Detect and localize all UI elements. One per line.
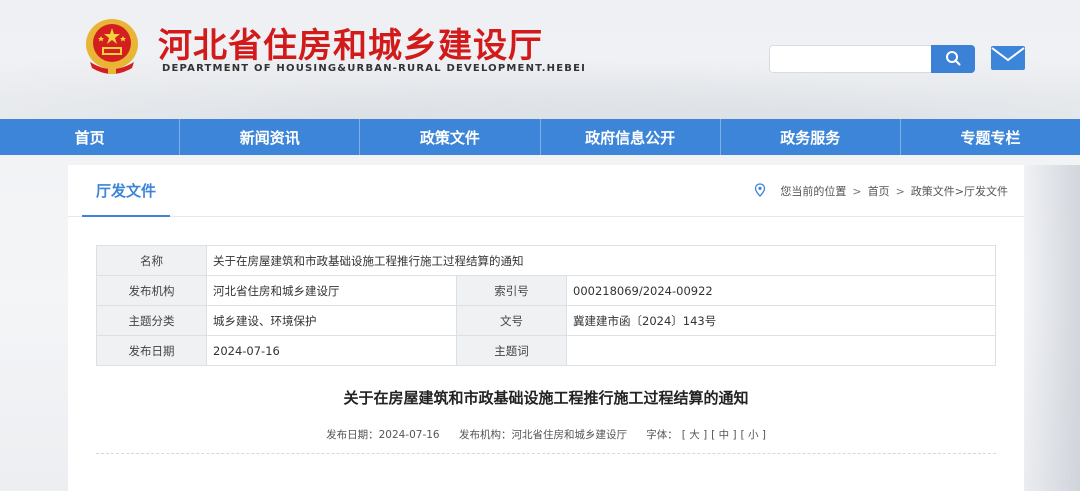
site-subtitle: DEPARTMENT OF HOUSING&URBAN-RURAL DEVELO… — [162, 63, 587, 74]
meta-index-label: 索引号 — [456, 275, 567, 306]
meta-publisher-label: 发布机构 — [96, 275, 207, 306]
article-divider — [96, 453, 996, 454]
search-icon — [945, 50, 961, 69]
section-header: 厅发文件 您当前的位置 > 首页 > 政策文件>厅发文件 — [68, 165, 1024, 217]
font-size-small-button[interactable]: [ 小 ] — [741, 429, 766, 441]
breadcrumb-policy-link[interactable]: 政策文件>厅发文件 — [911, 183, 1008, 199]
meta-date-value: 2024-07-16 — [206, 335, 457, 366]
meta-name-label: 名称 — [96, 245, 207, 276]
site-header: 河北省住房和城乡建设厅 DEPARTMENT OF HOUSING&URBAN-… — [0, 0, 1080, 118]
table-row: 名称 关于在房屋建筑和市政基础设施工程推行施工过程结算的通知 — [96, 245, 996, 276]
article-meta: 发布日期：2024-07-16 发布机构：河北省住房和城乡建设厅 字体： [ 大 … — [68, 427, 1024, 442]
meta-category-label: 主题分类 — [96, 305, 207, 336]
meta-name-value: 关于在房屋建筑和市政基础设施工程推行施工过程结算的通知 — [206, 245, 996, 276]
breadcrumb-separator: > — [895, 184, 905, 198]
font-size-medium-button[interactable]: [ 中 ] — [711, 429, 736, 441]
national-emblem-icon — [82, 16, 142, 78]
breadcrumb: 您当前的位置 > 首页 > 政策文件>厅发文件 — [754, 181, 1008, 201]
nav-item-news[interactable]: 新闻资讯 — [180, 119, 361, 155]
background-building — [1020, 165, 1080, 491]
table-row: 发布日期 2024-07-16 主题词 — [96, 335, 996, 366]
breadcrumb-prefix: 您当前的位置 — [780, 185, 847, 198]
meta-publisher-value: 河北省住房和城乡建设厅 — [206, 275, 457, 306]
breadcrumb-separator: > — [852, 184, 862, 198]
section-title: 厅发文件 — [82, 165, 170, 217]
mail-icon — [990, 45, 1026, 75]
meta-docno-label: 文号 — [456, 305, 567, 336]
meta-category-value: 城乡建设、环境保护 — [206, 305, 457, 336]
nav-item-services[interactable]: 政务服务 — [721, 119, 901, 155]
table-row: 发布机构 河北省住房和城乡建设厅 索引号 000218069/2024-0092… — [96, 275, 996, 306]
nav-item-home[interactable]: 首页 — [0, 119, 181, 155]
article-date: 发布日期：2024-07-16 — [326, 429, 440, 441]
breadcrumb-home-link[interactable]: 首页 — [868, 183, 890, 199]
meta-index-value: 000218069/2024-00922 — [566, 275, 996, 306]
meta-docno-value: 冀建建市函〔2024〕143号 — [566, 305, 996, 336]
document-meta-table: 名称 关于在房屋建筑和市政基础设施工程推行施工过程结算的通知 发布机构 河北省住… — [96, 245, 996, 366]
font-size-large-button[interactable]: [ 大 ] — [682, 429, 707, 441]
site-title: 河北省住房和城乡建设厅 — [158, 26, 543, 66]
meta-date-label: 发布日期 — [96, 335, 207, 366]
meta-keywords-label: 主题词 — [456, 335, 567, 366]
nav-item-policy[interactable]: 政策文件 — [360, 119, 541, 155]
content-card: 厅发文件 您当前的位置 > 首页 > 政策文件>厅发文件 名称 关于在房屋建筑和… — [68, 165, 1024, 491]
location-pin-icon — [754, 182, 766, 200]
table-row: 主题分类 城乡建设、环境保护 文号 冀建建市函〔2024〕143号 — [96, 305, 996, 336]
mail-button[interactable] — [990, 45, 1026, 75]
meta-keywords-value — [566, 335, 996, 366]
main-nav: 首页 新闻资讯 政策文件 政府信息公开 政务服务 专题专栏 — [0, 119, 1080, 155]
search-input[interactable] — [769, 45, 931, 73]
font-size-label: 字体： — [646, 429, 678, 441]
search-button[interactable] — [931, 45, 975, 73]
search-box — [769, 45, 975, 73]
nav-item-topics[interactable]: 专题专栏 — [901, 119, 1080, 155]
article-title: 关于在房屋建筑和市政基础设施工程推行施工过程结算的通知 — [343, 389, 749, 407]
nav-item-gov-info[interactable]: 政府信息公开 — [541, 119, 721, 155]
article-publisher: 发布机构：河北省住房和城乡建设厅 — [458, 429, 627, 441]
